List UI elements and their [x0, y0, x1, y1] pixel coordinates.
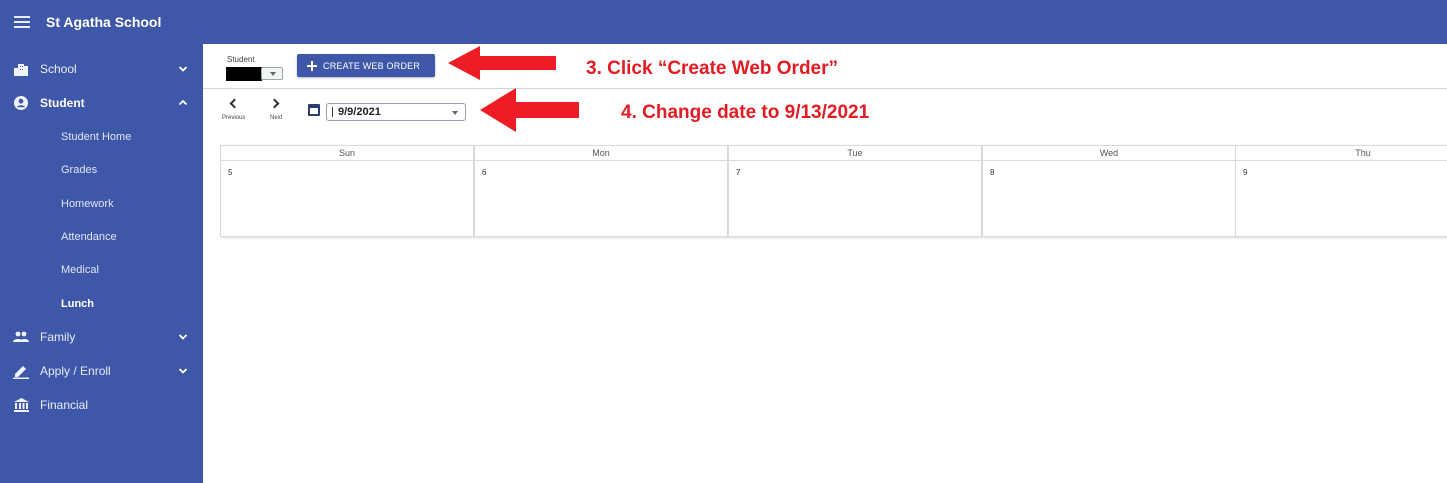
calendar-day-column[interactable]: Wed 8	[982, 145, 1236, 237]
hamburger-menu-icon[interactable]	[14, 16, 30, 28]
people-icon	[13, 329, 29, 345]
calendar-icon[interactable]	[308, 104, 320, 116]
annotation-step3-text: 3. Click “Create Web Order”	[586, 58, 839, 79]
date-field[interactable]: 9/9/2021	[326, 103, 466, 121]
calendar-day-column[interactable]: Tue 7	[728, 145, 982, 237]
sidebar: School Student Student Home Grades Homew…	[0, 44, 203, 483]
sidebar-subitem-label: Grades	[61, 164, 98, 176]
sidebar-subitem-label: Homework	[61, 198, 114, 210]
day-number: 5	[228, 168, 233, 177]
date-value: 9/9/2021	[338, 106, 381, 118]
student-label: Student	[227, 55, 255, 64]
app-title: St Agatha School	[46, 14, 162, 30]
redacted-student-name	[226, 67, 262, 81]
sidebar-item-label: Apply / Enroll	[40, 364, 111, 378]
bank-icon	[13, 397, 29, 413]
building-icon	[13, 61, 29, 77]
sidebar-subitem-lunch[interactable]: Lunch	[0, 290, 203, 318]
plus-icon	[307, 60, 317, 71]
toolbar-divider	[203, 88, 1447, 89]
chevron-left-icon	[229, 98, 240, 109]
sidebar-subitem-label: Lunch	[61, 298, 94, 310]
sidebar-item-label: Family	[40, 330, 76, 344]
sidebar-subitem-attendance[interactable]: Attendance	[0, 223, 203, 251]
sidebar-subitem-grades[interactable]: Grades	[0, 156, 203, 184]
sidebar-item-apply-enroll[interactable]: Apply / Enroll	[0, 356, 203, 386]
sidebar-subitem-label: Student Home	[61, 131, 132, 143]
day-header: Thu	[1236, 146, 1447, 161]
sidebar-item-student[interactable]: Student	[0, 88, 203, 118]
caret-down-icon	[452, 111, 458, 115]
next-label: Next	[270, 115, 283, 121]
day-number: 7	[736, 168, 741, 177]
next-button[interactable]: Next	[264, 98, 292, 126]
sidebar-subitem-homework[interactable]: Homework	[0, 190, 203, 218]
sidebar-item-family[interactable]: Family	[0, 322, 203, 352]
sidebar-subitem-medical[interactable]: Medical	[0, 256, 203, 284]
day-header: Wed	[983, 146, 1235, 161]
sidebar-subitem-label: Attendance	[61, 231, 117, 243]
previous-button[interactable]: Previous	[220, 98, 248, 126]
create-web-order-button[interactable]: CREATE WEB ORDER	[297, 54, 435, 77]
app-root: St Agatha School School Student Student …	[0, 0, 1447, 483]
day-number: 8	[990, 168, 995, 177]
week-calendar: Sun 5 Mon 6 Tue 7 Wed 8 Thu 9	[220, 145, 1447, 237]
day-header: Sun	[221, 146, 473, 161]
chevron-down-icon	[178, 66, 188, 72]
annotation-arrow-step4	[480, 88, 579, 132]
chevron-up-icon	[178, 99, 188, 106]
chevron-down-icon	[178, 368, 188, 374]
calendar-day-column[interactable]: Mon 6	[474, 145, 728, 237]
sidebar-item-label: Student	[40, 96, 85, 110]
calendar-day-column[interactable]: Sun 5	[220, 145, 474, 237]
sidebar-subitem-student-home[interactable]: Student Home	[0, 123, 203, 151]
student-dropdown[interactable]	[261, 67, 283, 80]
chevron-right-icon	[269, 98, 280, 109]
chevron-down-icon	[178, 334, 188, 340]
day-number: 6	[482, 168, 487, 177]
sidebar-item-label: Financial	[40, 398, 89, 412]
student-selector[interactable]: Student	[224, 53, 284, 81]
sidebar-subitem-label: Medical	[61, 264, 99, 276]
day-header: Mon	[475, 146, 727, 161]
top-app-bar: St Agatha School	[0, 0, 1447, 44]
sidebar-item-financial[interactable]: Financial	[0, 390, 203, 420]
create-web-order-label: CREATE WEB ORDER	[323, 60, 421, 71]
previous-label: Previous	[222, 115, 246, 121]
pencil-icon	[13, 363, 29, 379]
day-number: 9	[1243, 168, 1248, 177]
sidebar-item-school[interactable]: School	[0, 54, 203, 84]
account-circle-icon	[13, 95, 29, 111]
annotation-step4-text: 4. Change date to 9/13/2021	[621, 102, 870, 123]
sidebar-item-label: School	[40, 62, 77, 76]
day-header: Tue	[729, 146, 981, 161]
calendar-day-column[interactable]: Thu 9	[1235, 145, 1447, 237]
annotation-arrow-step3	[448, 46, 556, 80]
